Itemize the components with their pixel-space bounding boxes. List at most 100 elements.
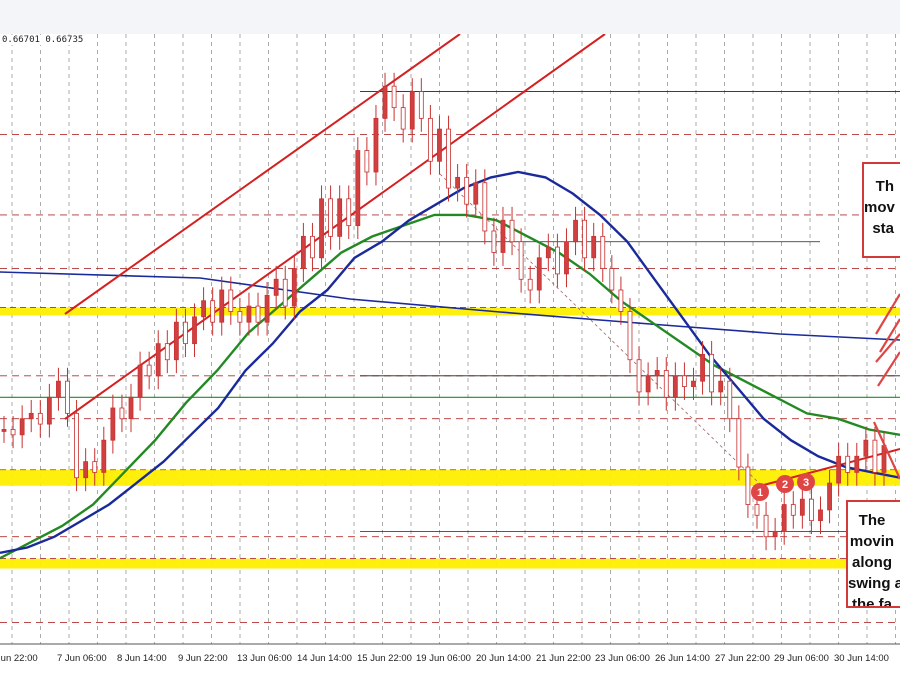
price-candle (101, 439, 107, 473)
toolbar-area (0, 0, 900, 34)
price-candle (709, 353, 715, 393)
price-candle (92, 461, 98, 473)
callout-bottom-line: along (852, 554, 892, 571)
price-candle (300, 235, 306, 269)
price-candle (446, 128, 451, 189)
price-candle (192, 316, 197, 345)
price-candle (754, 504, 760, 516)
price-candle (355, 150, 361, 227)
price-candle (346, 198, 352, 227)
price-candle (391, 85, 397, 109)
price-candle (173, 321, 179, 361)
x-tick-label: 27 Jun 22:00 (715, 653, 770, 664)
x-tick-label: 30 Jun 14:00 (834, 653, 889, 664)
price-candle (582, 219, 588, 259)
price-candle (609, 268, 615, 291)
price-candle (863, 439, 869, 457)
price-candle (146, 364, 152, 377)
price-candle (291, 268, 297, 307)
price-candle (364, 150, 370, 173)
price-candle (736, 418, 742, 468)
price-candle (255, 305, 261, 323)
chart-area: 1 2 3 6 Jun 22:00 7 Jun 06:00 8 Jun 14:00 9 Ju… (0, 33, 900, 675)
price-candle (418, 91, 424, 119)
price-candle (872, 439, 878, 473)
x-tick-label: 13 Jun 06:00 (237, 653, 292, 664)
price-candle (718, 380, 724, 393)
x-tick-label: 15 Jun 22:00 (357, 653, 412, 664)
price-candle (427, 117, 433, 162)
callout-bottom-line: the fa (851, 596, 892, 608)
x-tick-label: 21 Jun 22:00 (536, 653, 591, 664)
price-candle (409, 91, 415, 130)
price-candle (790, 504, 796, 516)
price-candle (282, 278, 288, 307)
x-tick-label: 6 Jun 22:00 (0, 653, 38, 664)
price-candle (473, 182, 479, 205)
price-candle (663, 370, 669, 398)
price-candle (110, 407, 116, 441)
price-chart: 1 2 3 6 Jun 22:00 7 Jun 06:00 8 Jun 14:00 9 Ju… (0, 33, 900, 675)
price-candle (545, 246, 551, 259)
price-candle (455, 176, 461, 189)
price-candle (836, 455, 842, 484)
price-candle (310, 235, 315, 259)
price-candle (119, 407, 125, 420)
price-candle (37, 412, 43, 425)
price-candle (772, 530, 778, 538)
highlight-band (0, 558, 900, 569)
callout-top-line: Th (875, 178, 894, 195)
price-candle (155, 343, 161, 377)
price-candle (219, 289, 225, 323)
price-candle (854, 455, 860, 473)
price-candle (691, 380, 696, 387)
price-candle (536, 257, 542, 291)
ma-green-line (0, 213, 900, 560)
price-candle (74, 412, 79, 479)
callout-top-line: mov (864, 199, 895, 216)
quote-readout: 0.66701 0.66735 (0, 35, 86, 45)
x-tick-label: 14 Jun 14:00 (297, 653, 352, 664)
price-candle (672, 375, 678, 398)
price-candle (264, 294, 270, 323)
price-candle (700, 353, 705, 382)
price-candle (827, 482, 832, 511)
price-candle (645, 375, 651, 393)
price-candle (564, 241, 569, 275)
price-candle (246, 305, 252, 323)
price-candle (636, 359, 642, 393)
price-candle (210, 300, 216, 323)
trend-channel-lower (64, 33, 606, 420)
price-candle (28, 412, 34, 420)
price-candle (845, 455, 851, 473)
price-candle (527, 278, 533, 291)
price-candle (382, 85, 388, 119)
callout-top: Th mov sta (862, 162, 900, 258)
price-candle (727, 380, 733, 420)
price-candle (237, 311, 243, 323)
callout-top-line: sta (872, 220, 894, 237)
price-candle (600, 235, 606, 269)
price-candle (818, 509, 823, 522)
ma-long-line (0, 271, 900, 341)
price-candle (491, 230, 497, 253)
price-candle (328, 198, 333, 237)
window-frame: 1 2 3 6 Jun 22:00 7 Jun 06:00 8 Jun 14:00 9 Ju… (0, 0, 900, 675)
price-candle (437, 128, 442, 162)
callout-bottom-line: The (858, 512, 886, 529)
x-tick-label: 9 Jun 22:00 (178, 653, 228, 664)
price-candle (65, 380, 70, 414)
x-tick-label: 29 Jun 06:00 (774, 653, 829, 664)
price-candle (83, 461, 89, 479)
price-candle (618, 289, 624, 312)
callout-bottom: The movin along swing a the fa (846, 500, 900, 608)
price-candle (799, 498, 805, 516)
price-candle (518, 241, 524, 280)
price-candle (56, 380, 61, 398)
price-candle (654, 370, 660, 377)
price-candle (763, 514, 769, 538)
marker-label: 1 (757, 487, 763, 499)
price-candle (464, 176, 470, 205)
x-tick-label: 19 Jun 06:00 (416, 653, 471, 664)
price-candle (591, 235, 597, 259)
